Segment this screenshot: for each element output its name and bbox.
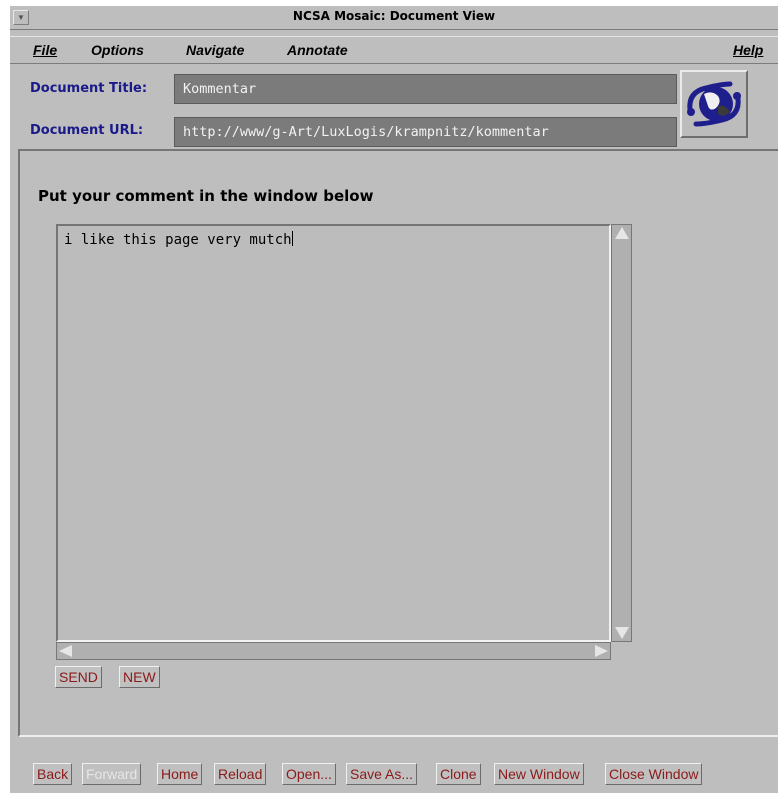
scroll-down-arrow-icon[interactable] — [615, 627, 629, 639]
clone-button[interactable]: Clone — [436, 763, 481, 785]
menu-annotate[interactable]: Annotate — [287, 42, 348, 58]
mosaic-globe-logo-icon[interactable] — [680, 70, 748, 138]
document-url-label: Document URL: — [30, 123, 144, 138]
scroll-up-arrow-icon[interactable] — [615, 227, 629, 239]
document-title-label: Document Title: — [30, 81, 148, 96]
scroll-right-arrow-icon[interactable] — [595, 645, 608, 657]
navigation-toolbar: Back Forward Home Reload Open... Save As… — [10, 760, 778, 793]
send-button[interactable]: SEND — [55, 666, 102, 688]
document-content-area: Put your comment in the window below i l… — [18, 149, 778, 737]
menu-navigate[interactable]: Navigate — [186, 42, 244, 58]
text-cursor — [291, 231, 293, 246]
comment-text: i like this page very mutch — [64, 232, 292, 248]
menu-options[interactable]: Options — [91, 42, 144, 58]
menu-bar: File Options Navigate Annotate Help — [10, 36, 778, 64]
new-button[interactable]: NEW — [119, 666, 160, 688]
scroll-left-arrow-icon[interactable] — [59, 645, 72, 657]
window-title: NCSA Mosaic: Document View — [292, 9, 496, 23]
close-window-button[interactable]: Close Window — [605, 763, 703, 785]
reload-button[interactable]: Reload — [214, 763, 267, 785]
menu-file[interactable]: File — [33, 42, 57, 58]
home-button[interactable]: Home — [157, 763, 203, 785]
mosaic-window: ▼ NCSA Mosaic: Document View File Option… — [10, 6, 778, 793]
document-url-field[interactable]: http://www/g-Art/LuxLogis/krampnitz/komm… — [174, 117, 677, 147]
document-title-field[interactable]: Kommentar — [174, 74, 677, 104]
back-button[interactable]: Back — [33, 763, 73, 785]
save-as-button[interactable]: Save As... — [346, 763, 418, 785]
title-bar[interactable]: ▼ NCSA Mosaic: Document View — [10, 6, 778, 30]
page-heading: Put your comment in the window below — [38, 187, 374, 205]
open-button[interactable]: Open... — [282, 763, 336, 785]
comment-horizontal-scrollbar[interactable] — [56, 642, 611, 660]
new-window-button[interactable]: New Window — [494, 763, 584, 785]
comment-textarea[interactable]: i like this page very mutch — [56, 224, 611, 642]
menu-help[interactable]: Help — [733, 42, 763, 58]
comment-vertical-scrollbar[interactable] — [611, 224, 632, 642]
forward-button[interactable]: Forward — [82, 763, 142, 785]
